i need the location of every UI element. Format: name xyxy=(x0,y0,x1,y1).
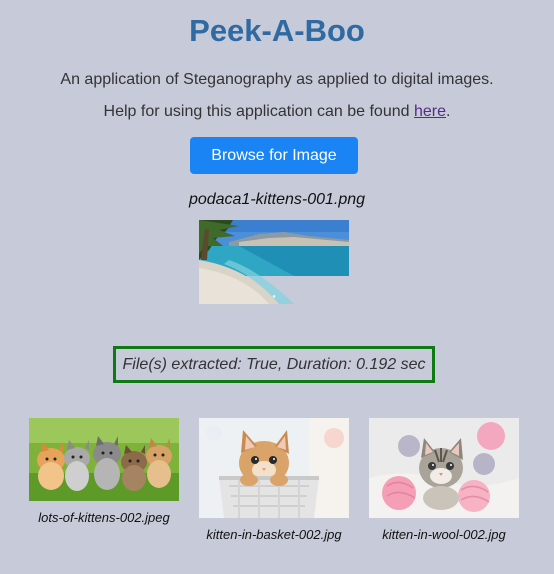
browse-button[interactable]: Browse for Image xyxy=(190,137,358,174)
extracted-image-1[interactable] xyxy=(29,418,179,501)
selected-image: ● xyxy=(199,220,349,304)
help-suffix: . xyxy=(446,103,451,120)
help-link[interactable]: here xyxy=(414,103,446,120)
kitten-in-basket-photo-icon xyxy=(199,418,349,518)
extraction-status: File(s) extracted: True, Duration: 0.192… xyxy=(113,346,435,383)
extracted-image-3[interactable] xyxy=(369,418,519,518)
app-description: An application of Steganography as appli… xyxy=(60,71,494,88)
help-text: Help for using this application can be f… xyxy=(103,103,414,120)
extracted-filename-1: lots-of-kittens-002.jpeg xyxy=(38,510,170,525)
extracted-filename-3: kitten-in-wool-002.jpg xyxy=(382,527,506,542)
svg-text:●: ● xyxy=(272,294,276,300)
page-title: Peek-A-Boo xyxy=(189,13,365,48)
selected-filename: podaca1-kittens-001.png xyxy=(188,191,366,208)
help-line: Help for using this application can be f… xyxy=(0,103,554,121)
kitten-in-wool-photo-icon xyxy=(369,418,519,518)
beach-photo-icon: ● xyxy=(199,220,349,304)
extracted-filename-2: kitten-in-basket-002.jpg xyxy=(206,527,342,542)
kittens-on-grass-photo-icon xyxy=(29,418,179,501)
extracted-image-2[interactable] xyxy=(199,418,349,518)
